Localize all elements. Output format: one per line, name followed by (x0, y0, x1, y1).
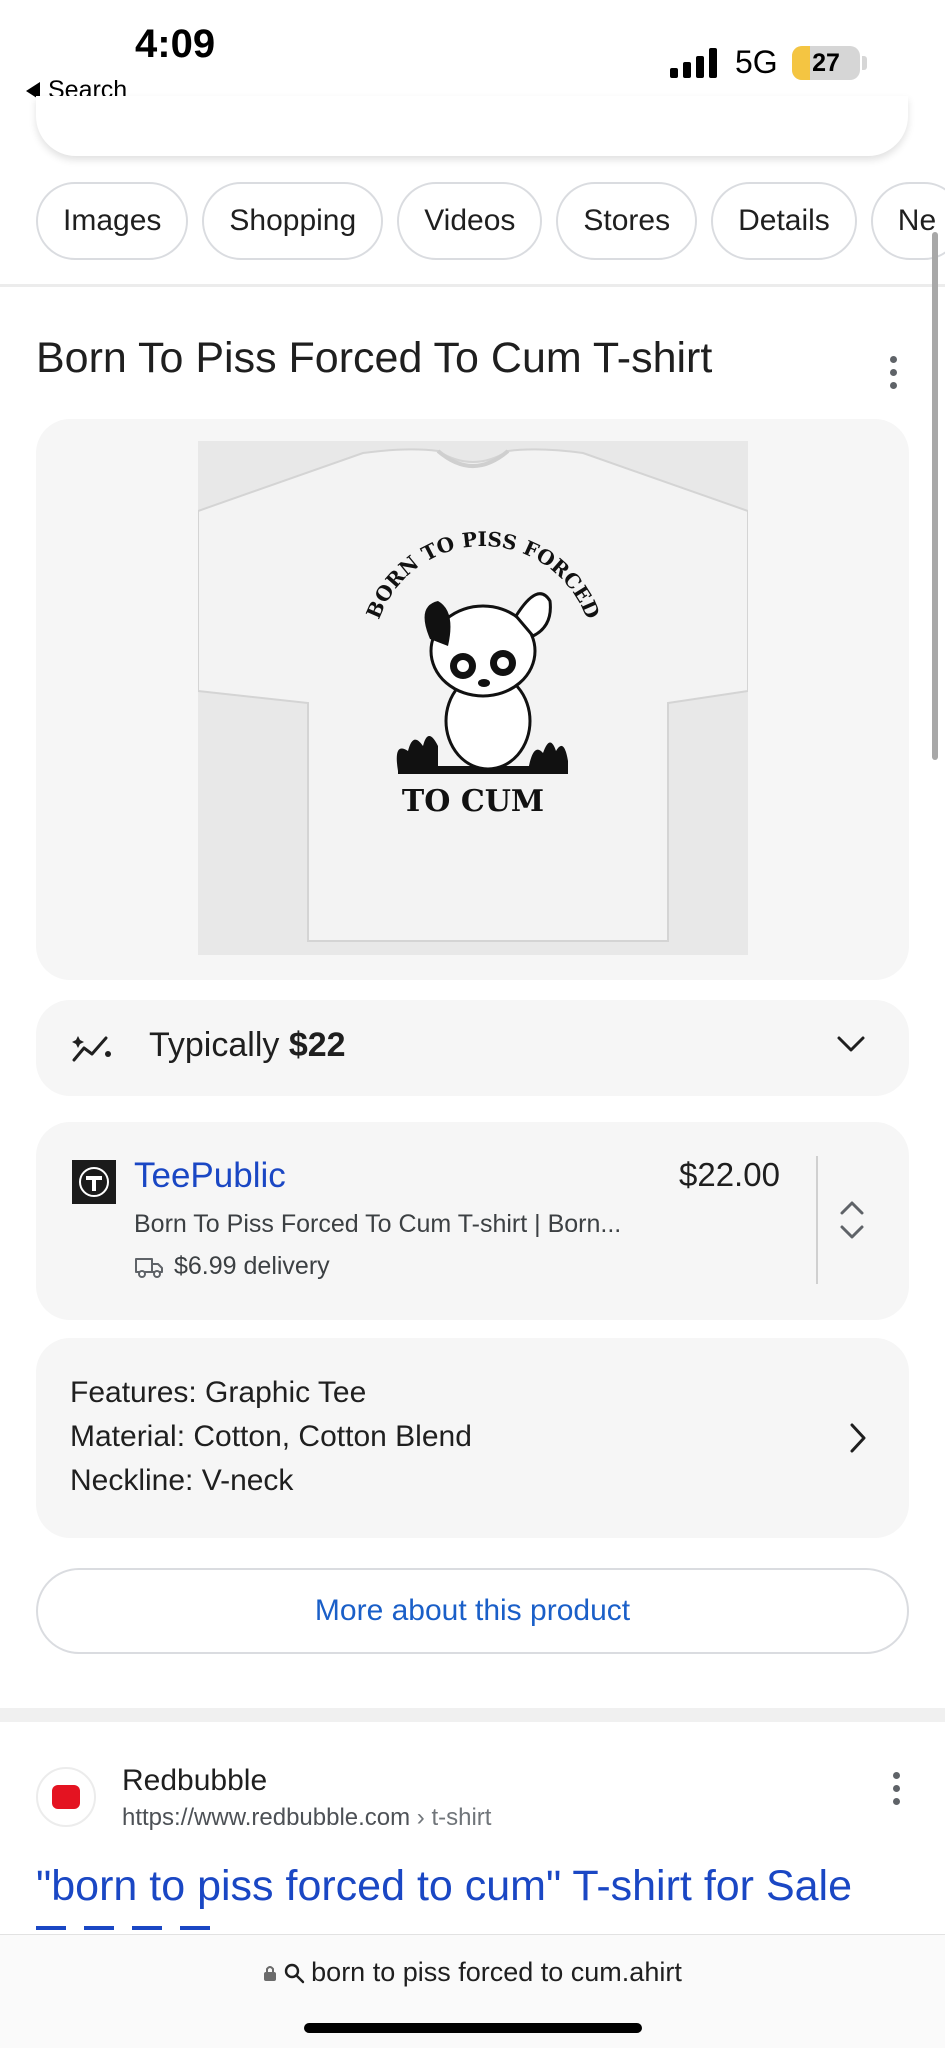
seller-product-description: Born To Piss Forced To Cum T-shirt | Bor… (134, 1210, 622, 1238)
tshirt-illustration: BORN TO PISS FORCED TO CUM (197, 448, 749, 942)
teepublic-logo-icon (72, 1160, 116, 1204)
result-site-name: Redbubble (122, 1764, 268, 1797)
price-trend-icon (72, 1036, 111, 1062)
chip-shopping[interactable]: Shopping (202, 182, 384, 260)
seller-name-link[interactable]: TeePublic (134, 1156, 286, 1196)
chip-stores[interactable]: Stores (556, 182, 698, 260)
product-image[interactable]: BORN TO PISS FORCED TO CUM (197, 441, 749, 955)
product-image-card[interactable]: BORN TO PISS FORCED TO CUM (36, 419, 909, 980)
section-divider (0, 1708, 945, 1722)
page-scrollbar[interactable] (932, 232, 938, 760)
typical-price-text: Typically $22 (149, 1026, 346, 1065)
typical-price-card[interactable]: Typically $22 (36, 1000, 909, 1096)
result-more-options-icon[interactable] (893, 1772, 901, 1805)
typical-price-value: $22 (288, 1026, 346, 1064)
chip-images[interactable]: Images (36, 182, 189, 260)
search-box[interactable] (36, 96, 908, 156)
lock-icon (264, 1965, 277, 1981)
result-title-link[interactable]: "born to piss forced to cum" T-shirt for… (36, 1862, 852, 1911)
result-url-domain: https://www.redbubble.com (122, 1804, 411, 1831)
battery-icon: 27 (792, 46, 860, 80)
product-features-card[interactable]: Features: Graphic Tee Material: Cotton, … (36, 1338, 909, 1538)
chip-details[interactable]: Details (711, 182, 857, 260)
more-about-product-button[interactable]: More about this product (36, 1568, 909, 1654)
feature-line: Material: Cotton, Cotton Blend (70, 1420, 472, 1453)
chip-videos[interactable]: Videos (397, 182, 543, 260)
battery-percent: 27 (812, 49, 840, 77)
result-url: https://www.redbubble.com › t-shirt (122, 1804, 491, 1832)
chevron-right-icon[interactable] (848, 1422, 868, 1454)
browser-bottom-bar: born to piss forced to cum.ahirt (0, 1934, 945, 2048)
search-icon (284, 1963, 305, 1983)
delivery-text: $6.99 delivery (174, 1252, 330, 1280)
chevron-down-icon[interactable] (836, 1034, 866, 1054)
result-url-path: › t-shirt (410, 1804, 492, 1831)
expand-collapse-icon[interactable] (838, 1198, 866, 1242)
redbubble-favicon-icon (36, 1767, 96, 1827)
status-time: 4:09 (135, 22, 216, 66)
delivery-truck-icon (135, 1257, 163, 1278)
typical-label: Typically (149, 1026, 280, 1064)
seller-divider (816, 1156, 818, 1284)
product-title: Born To Piss Forced To Cum T-shirt (36, 334, 713, 382)
shirt-bottom-text: TO CUM (402, 784, 544, 819)
seller-delivery: $6.99 delivery (134, 1252, 330, 1281)
address-bar[interactable]: born to piss forced to cum.ahirt (0, 1957, 945, 1988)
seller-price: $22.00 (679, 1156, 780, 1193)
result-title-overflow (36, 1916, 336, 1934)
cellular-signal-icon (670, 48, 717, 78)
chips-divider (0, 284, 945, 287)
address-text: born to piss forced to cum.ahirt (311, 1957, 682, 1987)
home-indicator[interactable] (304, 2023, 642, 2033)
filter-chips: Images Shopping Videos Stores Details Ne (36, 182, 945, 260)
product-more-options-icon[interactable] (890, 356, 898, 389)
battery-tip (862, 56, 867, 70)
feature-line: Features: Graphic Tee (70, 1376, 367, 1409)
seller-offer-card[interactable]: TeePublic $22.00 Born To Piss Forced To … (36, 1122, 909, 1320)
feature-line: Neckline: V-neck (70, 1464, 294, 1497)
network-type: 5G (735, 44, 778, 80)
